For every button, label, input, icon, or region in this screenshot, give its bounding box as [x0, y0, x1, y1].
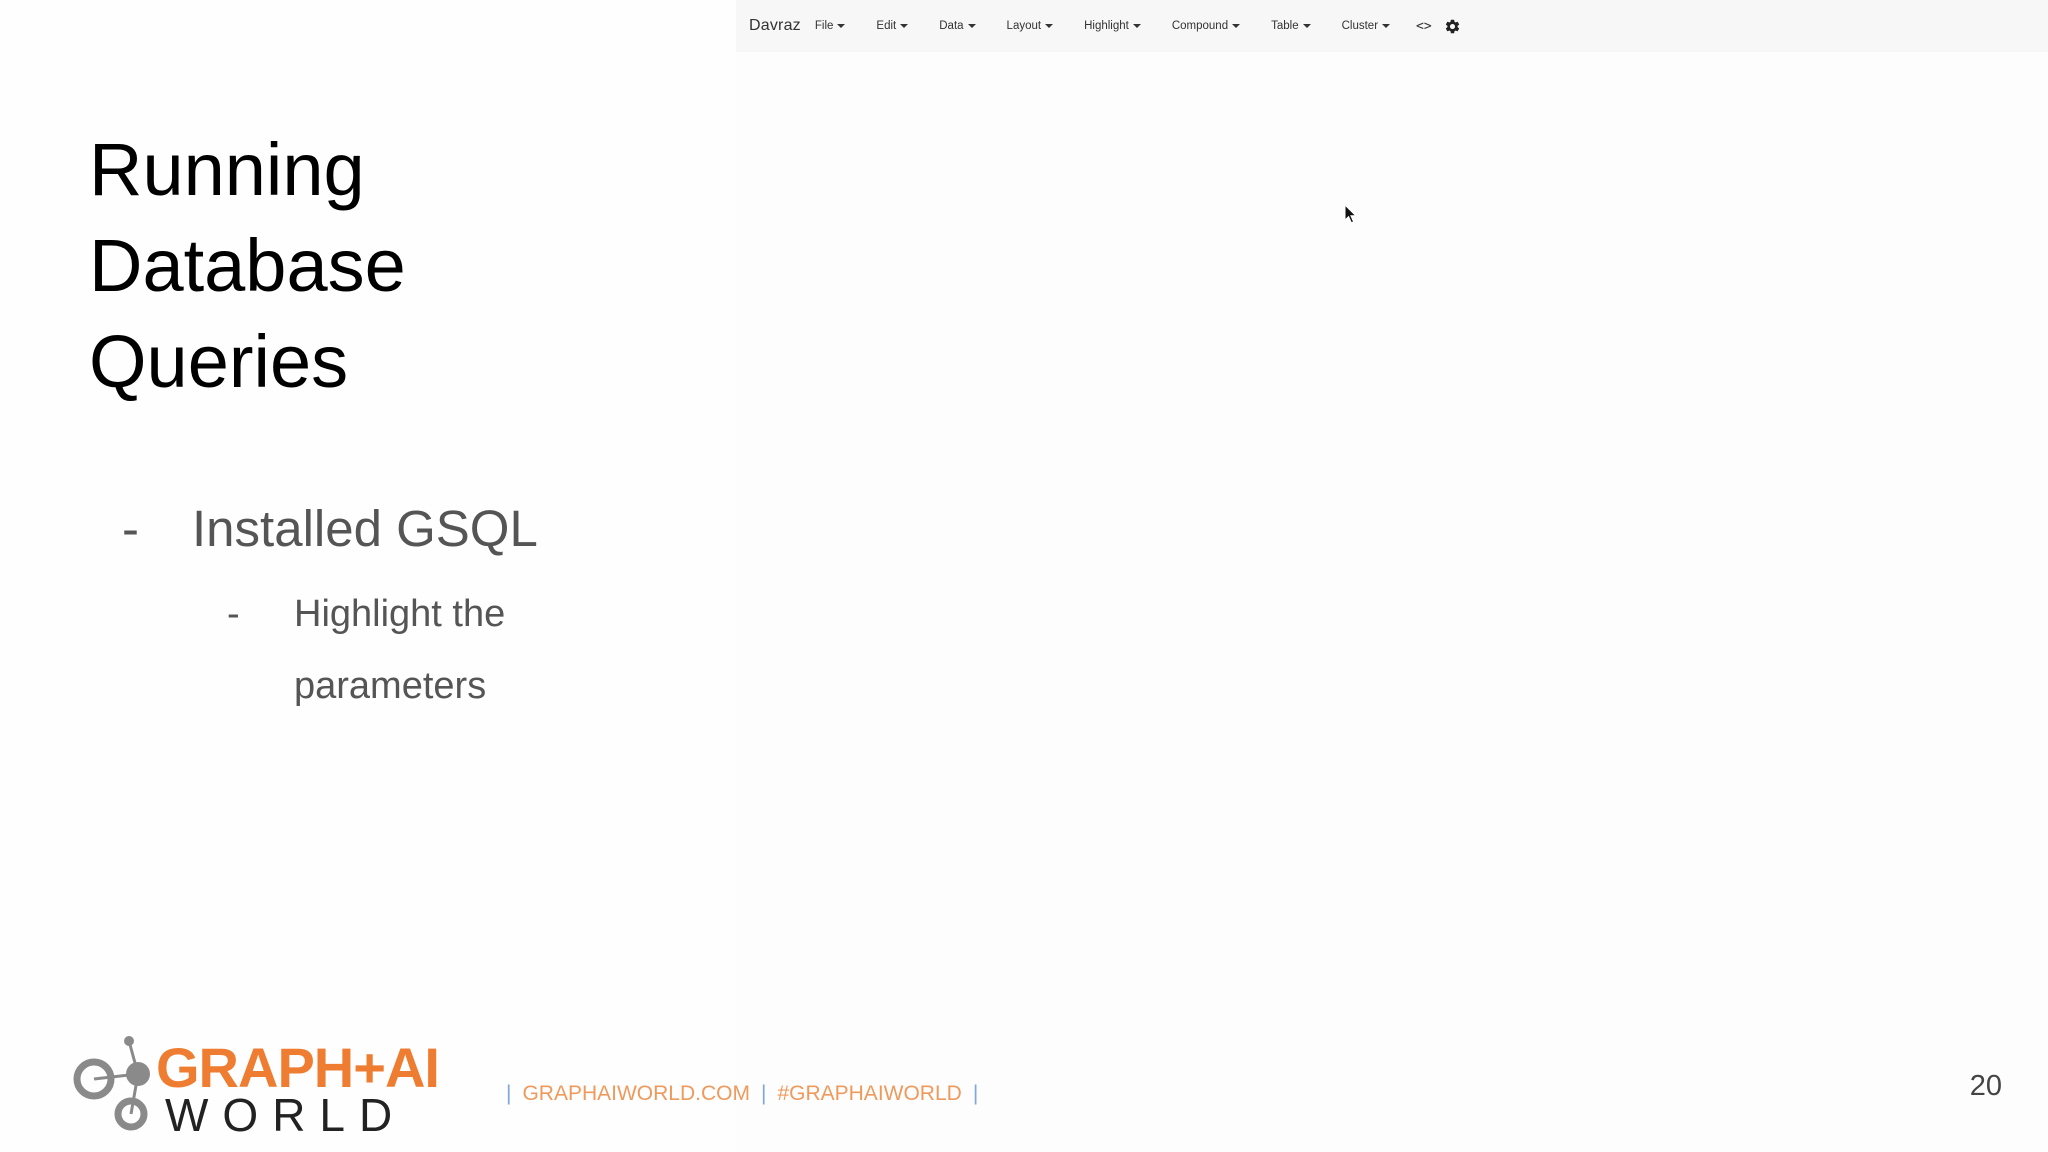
footer-separator: | [972, 1082, 979, 1105]
slide-title-line: Database [89, 224, 406, 307]
bullet-dash: - [122, 500, 139, 557]
menu-table[interactable]: Table [1271, 20, 1311, 32]
slide-title-line: Running [89, 128, 365, 211]
sub-bullet-line: parameters [294, 665, 487, 707]
footer-links: | GRAPHAIWORLD.COM | #GRAPHAIWORLD | [506, 1080, 989, 1108]
menu-table-label: Table [1271, 20, 1299, 32]
graph-ai-world-logo: GRAPH+AI WORLD [68, 1030, 488, 1140]
menu-edit-label: Edit [876, 20, 897, 32]
page-number: 20 [1969, 1070, 2002, 1102]
menu-highlight[interactable]: Highlight [1084, 20, 1141, 32]
menu-file-label: File [814, 20, 834, 32]
logo-text-world: WORLD [165, 1089, 407, 1141]
sub-bullet-text: Highlight the parameters [294, 578, 505, 722]
menu-layout-label: Layout [1006, 20, 1042, 32]
code-icon[interactable]: <> [1416, 19, 1432, 34]
slide: Davraz File Edit Data Layout Highlight C… [0, 0, 2048, 1152]
menu-cluster-label: Cluster [1341, 20, 1379, 32]
slide-title: Running Database Queries [89, 122, 649, 410]
sub-bullet-dash: - [227, 593, 240, 635]
logo-text-graph-ai: GRAPH+AI [156, 1036, 440, 1099]
menu-data-label: Data [939, 20, 964, 32]
davraz-app: Davraz File Edit Data Layout Highlight C… [736, 0, 2048, 1152]
gear-icon[interactable] [1444, 18, 1461, 35]
mouse-cursor-icon [1344, 203, 1358, 229]
caret-down-icon [1045, 24, 1054, 28]
caret-down-icon [1132, 24, 1141, 28]
footer-separator: | [506, 1082, 512, 1105]
bullet-item: - Installed GSQL [122, 494, 538, 564]
slide-title-line: Queries [89, 320, 349, 403]
menu-layout[interactable]: Layout [1007, 20, 1054, 32]
menu-data[interactable]: Data [939, 20, 976, 32]
menu-edit[interactable]: Edit [876, 20, 909, 32]
footer-separator: | [760, 1082, 767, 1105]
sub-bullet-line: Highlight the [294, 593, 506, 635]
menu-highlight-label: Highlight [1084, 20, 1129, 32]
footer-hashtag: #GRAPHAIWORLD [777, 1082, 962, 1105]
caret-down-icon [967, 24, 976, 28]
caret-down-icon [1302, 24, 1311, 28]
app-navbar: Davraz File Edit Data Layout Highlight C… [736, 0, 2048, 52]
menu-cluster[interactable]: Cluster [1341, 20, 1391, 32]
caret-down-icon [1232, 24, 1241, 28]
footer-website: GRAPHAIWORLD.COM [522, 1082, 750, 1105]
caret-down-icon [900, 24, 909, 28]
caret-down-icon [1382, 24, 1391, 28]
caret-down-icon [837, 24, 846, 28]
menu-compound[interactable]: Compound [1171, 20, 1241, 32]
menu-compound-label: Compound [1171, 20, 1229, 32]
network-nodes-icon [73, 1036, 150, 1131]
app-brand[interactable]: Davraz [749, 17, 801, 35]
bullet-text: Installed GSQL [192, 500, 538, 557]
sub-bullet-item: - Highlight the parameters [227, 578, 505, 722]
menu-file[interactable]: File [815, 20, 846, 32]
